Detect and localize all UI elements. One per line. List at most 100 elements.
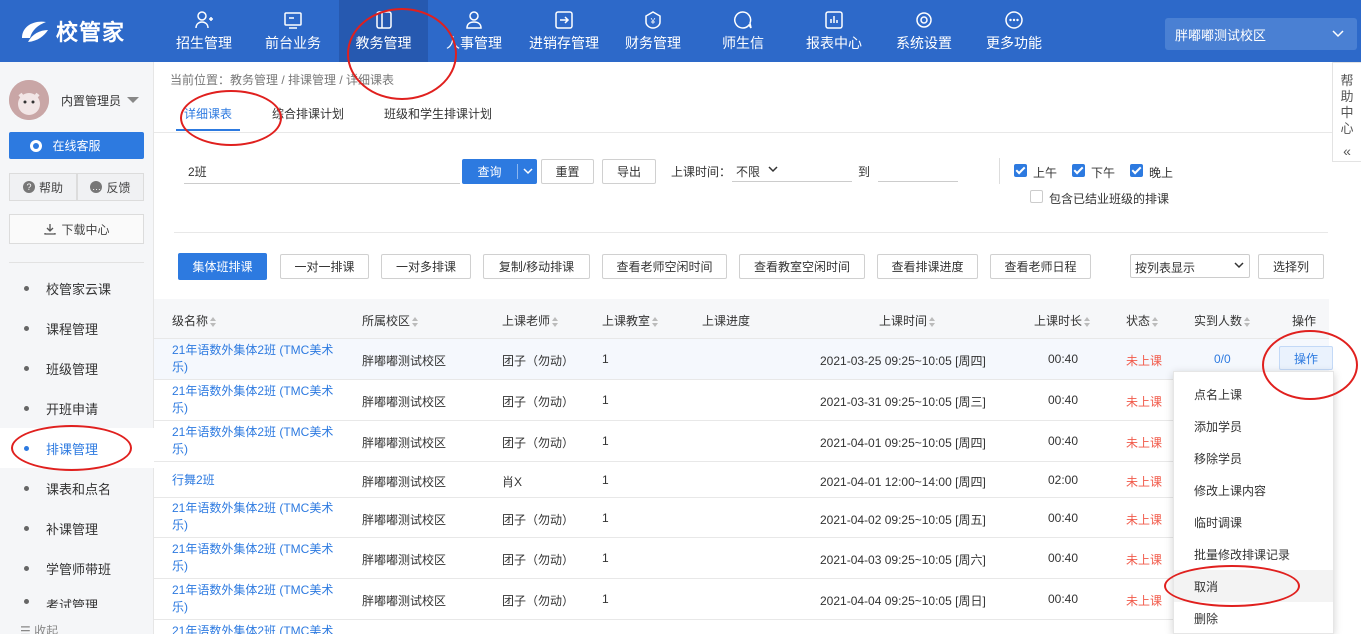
col-class-name[interactable]: 级名称	[172, 312, 217, 329]
chat-bubble-icon	[30, 140, 42, 152]
col-duration[interactable]: 上课时长	[1034, 312, 1091, 329]
user-menu[interactable]: 内置管理员	[9, 80, 149, 120]
search-input[interactable]	[184, 160, 460, 184]
sidebar-item-timetable[interactable]: 课表和点名	[0, 468, 154, 508]
time-select-value: 不限	[736, 165, 761, 179]
sidebar-item-class-application[interactable]: 开班申请	[0, 388, 154, 428]
sidebar-item-cloud-class[interactable]: 校管家云课	[0, 268, 154, 308]
nav-label: 师生信	[722, 34, 764, 51]
copy-move-button[interactable]: 复制/移动排课	[483, 254, 590, 279]
morning-checkbox[interactable]	[1014, 164, 1027, 177]
nav-front-desk[interactable]: 前台业务	[263, 0, 323, 62]
attendance-link[interactable]: 0/0	[1214, 352, 1231, 366]
class-name-link[interactable]: 21年语数外集体2班 (TMC美术乐)	[172, 424, 342, 458]
breadcrumb: 当前位置：教务管理 / 排课管理 / 详细课表	[170, 73, 395, 87]
evening-checkbox[interactable]	[1130, 164, 1143, 177]
time-cell: 2021-04-04 09:25~10:05 [周日]	[820, 594, 986, 608]
help-center-panel[interactable]: 帮助中心 «	[1332, 62, 1361, 162]
menu-item-add-student[interactable]: 添加学员	[1174, 410, 1333, 442]
menu-item-temp-reschedule[interactable]: 临时调课	[1174, 506, 1333, 538]
menu-item-remove-student[interactable]: 移除学员	[1174, 442, 1333, 474]
nav-finance[interactable]: ¥ 财务管理	[623, 0, 683, 62]
logo-icon	[22, 21, 48, 42]
online-service-button[interactable]: 在线客服	[9, 132, 144, 159]
nav-inventory[interactable]: 进销存管理	[526, 0, 602, 62]
monitor-icon	[284, 11, 302, 29]
class-name-link[interactable]: 21年语数外集体2班 (TMC美术乐)	[172, 383, 342, 417]
room-free-button[interactable]: 查看教室空闲时间	[739, 254, 865, 279]
operation-button[interactable]: 操作	[1279, 346, 1333, 370]
app-logo[interactable]: 校管家	[18, 16, 125, 46]
col-status[interactable]: 状态	[1126, 312, 1159, 329]
menu-item-batch-edit[interactable]: 批量修改排课记录	[1174, 538, 1333, 570]
nav-reports[interactable]: 报表中心	[804, 0, 864, 62]
one-to-one-button[interactable]: 一对一排课	[280, 254, 369, 279]
class-name-link[interactable]: 21年语数外集体2班 (TMC美术乐)	[172, 342, 342, 376]
sidebar-item-exam[interactable]: 考试管理	[0, 588, 154, 608]
campus-selector[interactable]: 胖嘟嘟测试校区	[1165, 18, 1357, 50]
dropdown-arrow-icon[interactable]	[518, 165, 537, 179]
teacher-cell: 团子（勿动）	[502, 594, 575, 608]
report-icon	[825, 10, 843, 29]
class-name-link[interactable]: 21年语数外集体2班 (TMC美术乐)	[172, 500, 342, 534]
menu-item-roll-call[interactable]: 点名上课	[1174, 378, 1333, 410]
class-name-link[interactable]: 21年语数外集体2班 (TMC美术乐)	[172, 582, 342, 616]
table-row: 21年语数外集体2班 (TMC美术乐) 胖嘟嘟测试校区 团子（勿动） 1 202…	[154, 538, 1329, 579]
nav-messages[interactable]: 师生信	[720, 0, 766, 62]
nav-label: 前台业务	[265, 34, 321, 51]
campus-cell: 胖嘟嘟测试校区	[362, 436, 447, 450]
nav-settings[interactable]: 系统设置	[894, 0, 954, 62]
teacher-schedule-button[interactable]: 查看老师日程	[990, 254, 1091, 279]
sidebar-item-course[interactable]: 课程管理	[0, 308, 154, 348]
sidebar-item-class[interactable]: 班级管理	[0, 348, 154, 388]
teacher-free-button[interactable]: 查看老师空闲时间	[602, 254, 727, 279]
reset-button[interactable]: 重置	[541, 159, 594, 184]
one-to-many-button[interactable]: 一对多排课	[381, 254, 471, 279]
online-service-label: 在线客服	[52, 139, 101, 153]
progress-button[interactable]: 查看排课进度	[877, 254, 978, 279]
time-select[interactable]: 不限	[732, 160, 852, 182]
query-label: 查询	[477, 165, 502, 179]
download-center-button[interactable]: 下载中心	[9, 214, 144, 244]
sidebar-item-makeup[interactable]: 补课管理	[0, 508, 154, 548]
tab-detail-schedule[interactable]: 详细课表	[184, 105, 232, 122]
class-name-link[interactable]: 21年语数外集体2班 (TMC美术乐)	[172, 541, 342, 575]
sort-icon	[412, 316, 419, 327]
query-button[interactable]: 查询	[462, 159, 537, 184]
sidebar-item-label: 考试管理	[46, 598, 99, 608]
status-badge: 未上课	[1126, 475, 1163, 489]
nav-hr[interactable]: 人事管理	[444, 0, 504, 62]
export-button[interactable]: 导出	[602, 159, 656, 184]
double-chevron-left-icon: «	[1343, 143, 1351, 159]
col-teacher[interactable]: 上课老师	[502, 312, 559, 329]
menu-item-cancel[interactable]: 取消	[1174, 570, 1333, 602]
col-campus[interactable]: 所属校区	[362, 312, 419, 329]
group-schedule-button[interactable]: 集体班排课	[178, 253, 267, 280]
nav-academic[interactable]: 教务管理	[339, 0, 428, 62]
tab-combined-plan[interactable]: 综合排课计划	[272, 105, 344, 122]
nav-recruit[interactable]: 招生管理	[174, 0, 234, 62]
app-name: 校管家	[56, 20, 126, 45]
sidebar-item-tutor[interactable]: 学管师带班	[0, 548, 154, 588]
choose-columns-button[interactable]: 选择列	[1258, 254, 1324, 279]
view-mode-select[interactable]: 按列表显示	[1130, 254, 1250, 278]
tab-class-student-plan[interactable]: 班级和学生排课计划	[384, 105, 492, 122]
include-closed-checkbox[interactable]	[1030, 190, 1043, 203]
nav-more[interactable]: 更多功能	[984, 0, 1044, 62]
feedback-button[interactable]: … 反馈	[77, 173, 144, 201]
campus-cell: 胖嘟嘟测试校区	[362, 475, 447, 489]
menu-item-delete[interactable]: 删除	[1174, 602, 1333, 634]
chevron-down-icon	[768, 166, 778, 173]
class-name-link[interactable]: 21年语数外集体2班 (TMC美术	[172, 623, 372, 634]
afternoon-checkbox[interactable]	[1072, 164, 1085, 177]
col-attendance[interactable]: 实到人数	[1194, 312, 1251, 329]
class-name-link[interactable]: 行舞2班	[172, 472, 342, 489]
collapse-button[interactable]: ☰ 收起	[20, 622, 58, 634]
sidebar-item-scheduling[interactable]: 排课管理	[0, 428, 154, 468]
col-time[interactable]: 上课时间	[879, 312, 936, 329]
col-room[interactable]: 上课教室	[602, 312, 659, 329]
menu-item-edit-content[interactable]: 修改上课内容	[1174, 474, 1333, 506]
help-button[interactable]: ? 帮助	[9, 173, 77, 201]
end-time-input[interactable]	[878, 160, 958, 182]
sidebar-item-label: 班级管理	[46, 361, 99, 377]
